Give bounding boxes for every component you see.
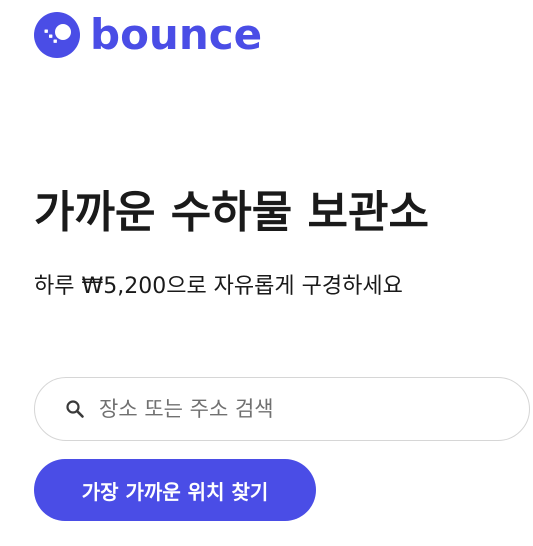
search-bar[interactable] [34, 377, 530, 441]
brand-name: bounce [90, 10, 263, 59]
page-title: 가까운 수하물 보관소 [34, 187, 429, 238]
bounce-logo-icon [34, 12, 80, 58]
page-subtitle: 하루 ₩5,200으로 자유롭게 구경하세요 [34, 274, 403, 299]
landing-page: bounce 가까운 수하물 보관소 하루 ₩5,200으로 자유롭게 구경하세… [0, 0, 533, 546]
search-input[interactable] [99, 397, 499, 421]
find-nearest-location-button[interactable]: 가장 가까운 위치 찾기 [34, 459, 316, 521]
search-icon [66, 400, 84, 418]
brand-logo[interactable]: bounce [34, 12, 262, 58]
